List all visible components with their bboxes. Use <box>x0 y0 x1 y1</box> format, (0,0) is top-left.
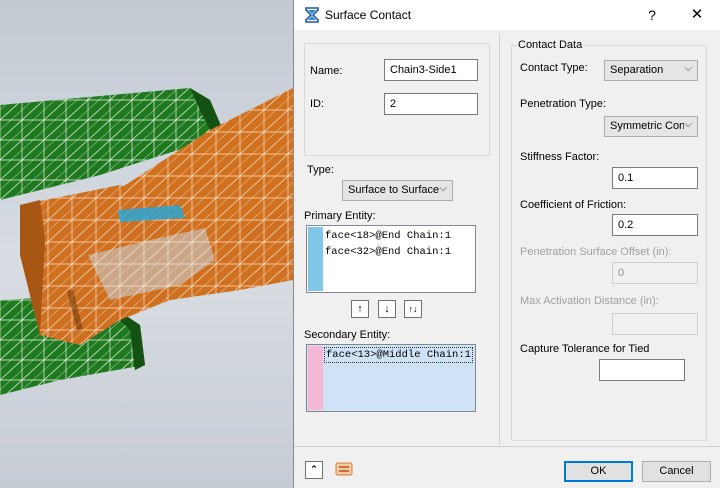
primary-color-stripe <box>308 227 323 291</box>
secondary-entity-label: Secondary Entity: <box>304 329 391 341</box>
type-dropdown-value: Surface to Surface <box>348 184 440 196</box>
secondary-color-stripe <box>308 346 323 410</box>
name-label: Name: <box>310 65 343 77</box>
contact-type-dropdown[interactable]: Separation ⌵ <box>604 60 698 81</box>
chevron-down-icon: ⌵ <box>684 63 692 74</box>
dialog-title: Surface Contact <box>325 8 412 22</box>
friction-field[interactable]: 0.2 <box>612 214 698 236</box>
type-dropdown[interactable]: Surface to Surface ⌵ <box>342 180 453 201</box>
capture-tolerance-field[interactable] <box>599 359 685 381</box>
help-button[interactable]: ? <box>642 5 662 25</box>
footer-separator <box>294 446 720 447</box>
contact-type-value: Separation <box>610 64 664 76</box>
close-button[interactable]: ✕ <box>687 5 707 25</box>
surface-contact-dialog: Surface Contact ? ✕ Name: Chain3-Side1 I… <box>293 0 720 488</box>
swap-entities-button[interactable]: ↑↓ <box>404 300 422 318</box>
max-activation-field[interactable] <box>612 313 698 335</box>
secondary-entity-list[interactable]: face<13>@Middle Chain:1 <box>306 344 476 412</box>
cancel-button[interactable]: Cancel <box>642 461 711 482</box>
move-down-button[interactable]: ↓ <box>378 300 396 318</box>
list-item[interactable]: face<32>@End Chain:1 <box>324 244 473 260</box>
list-item[interactable]: face<13>@Middle Chain:1 <box>324 347 473 363</box>
chevron-down-icon: ⌵ <box>684 119 692 130</box>
primary-entity-list[interactable]: face<18>@End Chain:1 face<32>@End Chain:… <box>306 225 476 293</box>
id-field[interactable]: 2 <box>384 93 478 115</box>
penetration-type-label: Penetration Type: <box>520 98 607 110</box>
list-item[interactable]: face<18>@End Chain:1 <box>324 228 473 244</box>
name-field[interactable]: Chain3-Side1 <box>384 59 478 81</box>
collapse-icon[interactable]: ⌃ <box>305 461 323 479</box>
contact-data-title: Contact Data <box>517 39 584 51</box>
move-up-button[interactable]: ↑ <box>351 300 369 318</box>
model-viewport[interactable] <box>0 0 293 488</box>
max-activation-label: Max Activation Distance (in): <box>520 295 659 307</box>
penetration-type-value: Symmetric Cont <box>610 120 689 132</box>
penetration-type-dropdown[interactable]: Symmetric Cont ⌵ <box>604 116 698 137</box>
options-icon[interactable] <box>335 460 353 478</box>
penetration-offset-label: Penetration Surface Offset (in): <box>520 246 672 258</box>
friction-label: Coefficient of Friction: <box>520 199 627 211</box>
column-divider <box>499 33 500 445</box>
primary-entity-label: Primary Entity: <box>304 210 376 222</box>
stiffness-factor-field[interactable]: 0.1 <box>612 167 698 189</box>
id-label: ID: <box>310 98 325 110</box>
hourglass-icon <box>305 7 319 23</box>
penetration-offset-field[interactable]: 0 <box>612 262 698 284</box>
ok-button[interactable]: OK <box>564 461 633 482</box>
contact-type-label: Contact Type: <box>520 62 588 74</box>
capture-tolerance-label: Capture Tolerance for Tied <box>520 343 650 355</box>
stiffness-factor-label: Stiffness Factor: <box>520 151 600 163</box>
chain-mesh-render <box>0 88 293 395</box>
type-label: Type: <box>307 164 334 176</box>
title-bar: Surface Contact ? ✕ <box>294 0 720 30</box>
chevron-down-icon: ⌵ <box>439 183 447 194</box>
